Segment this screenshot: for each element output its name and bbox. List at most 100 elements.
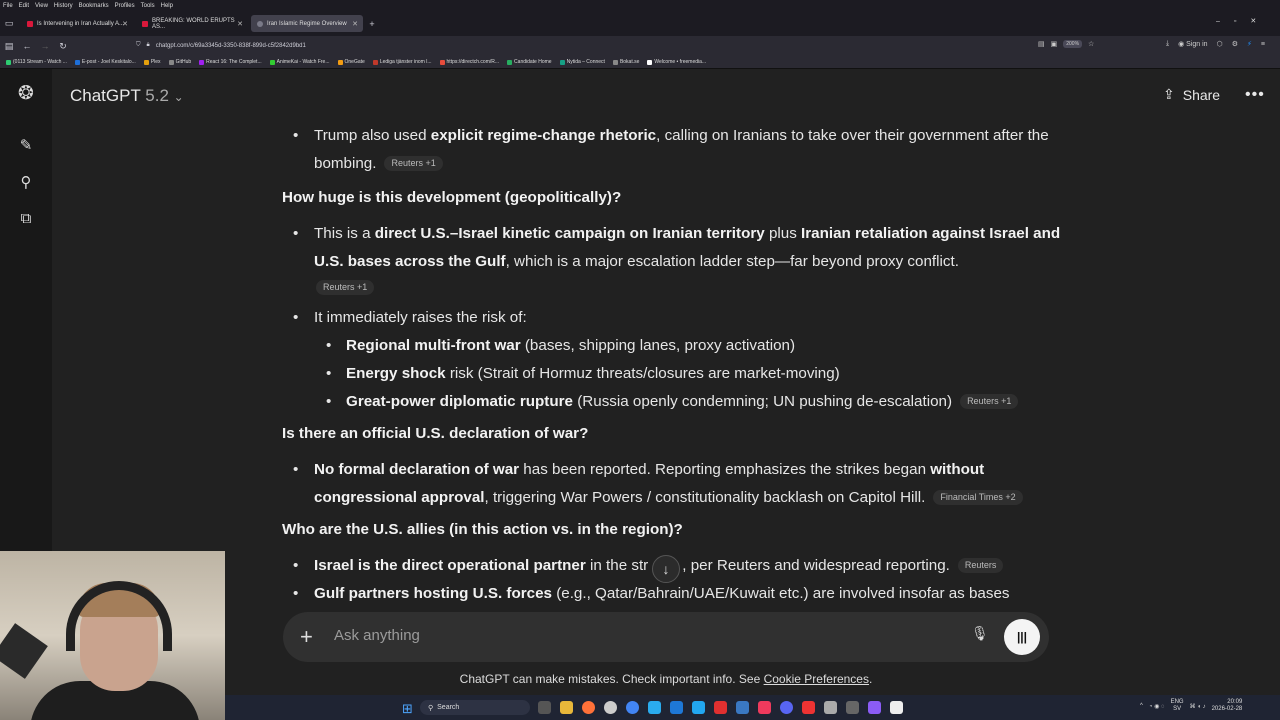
tab-list-icon[interactable]: ▭ (0, 18, 18, 29)
images-icon[interactable]: ⧉ (16, 209, 36, 229)
share-button[interactable]: ⇪ Share (1163, 86, 1220, 103)
more-options-icon[interactable]: ••• (1245, 86, 1265, 104)
bookmark-item[interactable]: https://directch.com/R... (439, 59, 499, 65)
menu-icon[interactable]: ≡ (1261, 41, 1265, 48)
screenshot-icon[interactable]: ▣ (1051, 40, 1058, 48)
shield-icon[interactable]: ⛉ (136, 42, 141, 49)
close-tab-icon[interactable]: ✕ (352, 20, 358, 28)
browser-tab[interactable]: Is Intervening in Iran Actually A... ✕ (21, 15, 133, 32)
clock[interactable]: 20:09 2026-02-28 (1212, 699, 1243, 713)
url-text[interactable]: chatgpt.com/c/69a3345d-3350-838f-899d-c5… (156, 43, 306, 49)
bookmark-item[interactable]: Nytida – Connect (559, 59, 605, 65)
share-label: Share (1182, 86, 1221, 103)
close-tab-icon[interactable]: ✕ (237, 20, 243, 28)
menu-tools[interactable]: Tools (141, 3, 155, 9)
menu-history[interactable]: History (54, 3, 73, 9)
openai-logo-icon[interactable]: ❂ (16, 84, 36, 104)
bookmark-item[interactable]: (0113 Stream - Watch ... (6, 59, 67, 65)
url-bar[interactable]: ⛉ 🔒︎ chatgpt.com/c/69a3345d-3350-838f-89… (130, 39, 1110, 52)
menu-profiles[interactable]: Profiles (115, 3, 135, 9)
language-indicator[interactable]: ENG SV (1171, 699, 1184, 713)
app-icon[interactable] (736, 701, 749, 714)
app-icon[interactable] (824, 701, 837, 714)
bookmark-item[interactable]: AnimeKai - Watch Fre... (269, 59, 330, 65)
file-explorer-icon[interactable] (560, 701, 573, 714)
system-tray: ^ ◔ ◉ ◌ ENG SV ⌘ ◖ ♪ 20:09 2026-02-28 (1140, 699, 1242, 713)
bookmark-item[interactable]: React 16: The Complet... (199, 59, 262, 65)
citation-pill[interactable]: Reuters (957, 558, 1004, 574)
tray-icons[interactable]: ◔ ◉ ◌ (1149, 703, 1165, 710)
section-heading: Who are the U.S. allies (in this action … (282, 521, 683, 538)
webcam-overlay (0, 551, 225, 720)
menu-file[interactable]: File (3, 3, 13, 9)
app-icon[interactable] (868, 701, 881, 714)
browser-tab[interactable]: BREAKING: WORLD ERUPTS AS... ✕ (136, 15, 248, 32)
app-icon[interactable] (714, 701, 727, 714)
taskbar-search[interactable]: ⚲ Search (420, 700, 530, 715)
model-selector[interactable]: ChatGPT 5.2 ⌄ (70, 86, 184, 106)
reload-icon[interactable]: ↻ (54, 41, 72, 52)
bookmark-item[interactable]: Candidate Home (507, 59, 552, 65)
app-icon[interactable] (802, 701, 815, 714)
bookmark-item[interactable]: OneGate (337, 59, 365, 65)
plus-icon[interactable]: + (300, 624, 313, 650)
sidebar-toggle-icon[interactable]: ▤ (0, 41, 18, 52)
back-icon[interactable]: ← (18, 41, 36, 51)
windows-start-icon[interactable]: ⊞ (402, 701, 413, 717)
vscode-icon[interactable] (692, 701, 705, 714)
citation-pill[interactable]: Reuters +1 (960, 394, 1019, 410)
firefox-icon[interactable] (582, 701, 595, 714)
app-icon[interactable] (846, 701, 859, 714)
task-view-icon[interactable] (538, 701, 551, 714)
scroll-down-button[interactable]: ↓ (652, 555, 680, 583)
bookmark-star-icon[interactable]: ☆ (1088, 40, 1094, 48)
telegram-icon[interactable] (648, 701, 661, 714)
window-controls[interactable]: –▫✕ (1216, 17, 1270, 25)
section-heading: Is there an official U.S. declaration of… (282, 425, 589, 442)
microphone-icon[interactable]: 🎙︎ (971, 625, 989, 642)
new-chat-icon[interactable]: ✎ (16, 136, 36, 156)
citation-pill[interactable]: Financial Times +2 (933, 490, 1023, 506)
extension-icon[interactable]: ⚡ (1247, 40, 1252, 48)
bookmark-item[interactable]: Welcome • freemedia... (647, 59, 706, 65)
download-icon[interactable]: ⤓ (1166, 40, 1169, 48)
bookmark-item[interactable]: GitHub (168, 59, 191, 65)
obs-icon[interactable] (604, 701, 617, 714)
signin-button[interactable]: ◉ Sign in (1178, 40, 1207, 48)
voice-mode-button[interactable]: ||| (1004, 619, 1040, 655)
notepad-icon[interactable] (890, 701, 903, 714)
app-icon[interactable] (758, 701, 771, 714)
bookmark-item[interactable]: Plex (143, 59, 161, 65)
extensions-icon[interactable]: ⬡ (1217, 40, 1223, 48)
search-icon[interactable]: ⚲ (16, 173, 36, 193)
citation-pill[interactable]: Reuters +1 (316, 280, 375, 296)
menu-help[interactable]: Help (161, 3, 173, 9)
chrome-icon[interactable] (626, 701, 639, 714)
settings-icon[interactable]: ⚙ (1232, 40, 1238, 48)
edge-icon[interactable] (670, 701, 683, 714)
prompt-input[interactable]: Ask anything (334, 627, 420, 644)
menu-bookmarks[interactable]: Bookmarks (79, 3, 109, 9)
discord-icon[interactable] (780, 701, 793, 714)
taskbar-search-label: Search (437, 704, 460, 711)
citation-pill[interactable]: Reuters +1 (384, 156, 443, 172)
bookmark-item[interactable]: Bokat.se (612, 59, 639, 65)
model-version: 5.2 (145, 86, 169, 105)
new-tab-icon[interactable]: + (363, 19, 381, 29)
zoom-level[interactable]: 200% (1063, 40, 1083, 48)
sub-list-item: Great-power diplomatic rupture (Russia o… (282, 388, 1062, 416)
forward-icon[interactable]: → (36, 41, 54, 51)
assistant-message: Trump also used explicit regime-change r… (282, 122, 1062, 608)
browser-tab-active[interactable]: Iran Islamic Regime Overview ✕ (251, 15, 363, 32)
tray-status-icons[interactable]: ⌘ ◖ ♪ (1190, 703, 1206, 710)
menu-view[interactable]: View (35, 3, 48, 9)
cookie-preferences-link[interactable]: Cookie Preferences (764, 672, 869, 686)
list-item: This is a direct U.S.–Israel kinetic cam… (282, 220, 1062, 276)
bookmark-item[interactable]: E-post - Joel Keskitalo... (74, 59, 136, 65)
reader-icon[interactable]: ▤ (1038, 40, 1045, 48)
bookmark-item[interactable]: Lediga tjänster inom l... (372, 59, 432, 65)
close-tab-icon[interactable]: ✕ (122, 20, 128, 28)
tray-chevron-icon[interactable]: ^ (1140, 703, 1143, 709)
tab-strip: ▭ Is Intervening in Iran Actually A... ✕ … (0, 11, 1280, 36)
menu-edit[interactable]: Edit (19, 3, 29, 9)
